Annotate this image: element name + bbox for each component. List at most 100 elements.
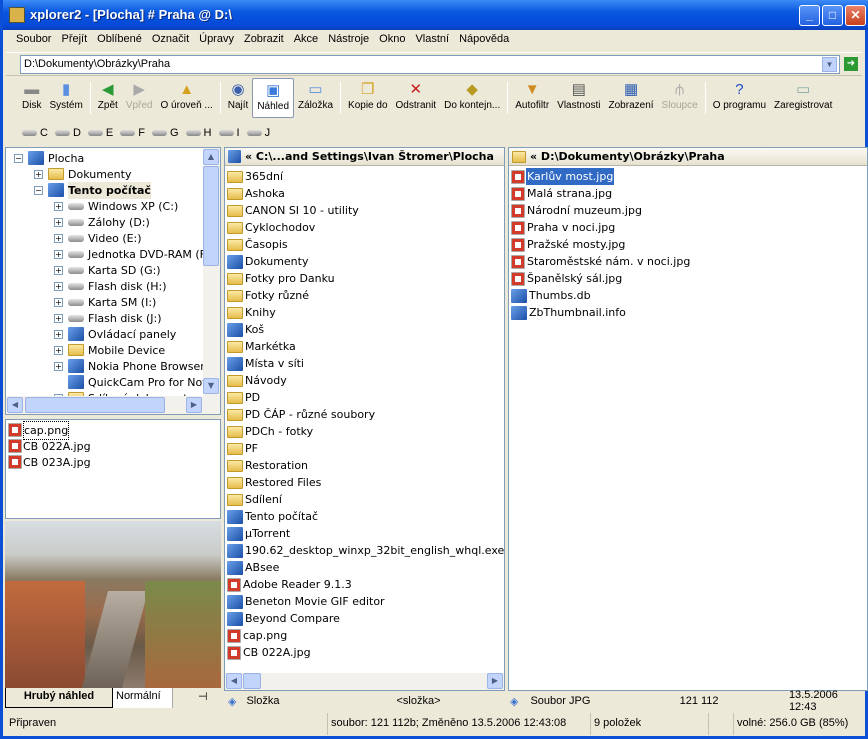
file-item[interactable]: PF [225, 440, 504, 457]
expand-icon[interactable]: + [54, 233, 63, 243]
file-item[interactable]: Staroměstské nám. v noci.jpg [509, 253, 867, 270]
close-button[interactable]: ✕ [845, 5, 866, 26]
menu-item[interactable]: Nástroje [323, 30, 374, 50]
file-item[interactable]: Cyklochodov [225, 219, 504, 236]
scroll-thumb[interactable] [243, 673, 261, 689]
tree-item[interactable]: + Nokia Phone Browser [6, 358, 220, 374]
tree-item[interactable]: + Mobile Device [6, 342, 220, 358]
expand-icon[interactable]: + [54, 265, 63, 275]
file-item[interactable]: Praha v noci.jpg [509, 219, 867, 236]
toolbar-button-computer[interactable]: ▮ Systém [45, 78, 86, 118]
tree-item[interactable]: + Jednotka DVD-RAM (F:) [6, 246, 220, 262]
toolbar-button-forward[interactable]: ▶ Vpřed [122, 78, 157, 118]
file-item[interactable]: CB 022A.jpg [225, 644, 504, 661]
scroll-down-button[interactable]: ▼ [203, 378, 219, 394]
tab-rough-preview[interactable]: Hrubý náhled [5, 688, 113, 708]
scroll-right-button[interactable]: ▶ [487, 673, 503, 689]
drive-button[interactable]: D [54, 127, 81, 139]
list-item[interactable]: CB 022A.jpg [6, 438, 220, 454]
file-item[interactable]: ZbThumbnail.info [509, 304, 867, 321]
toolbar-button-delete[interactable]: ✕ Odstranit [392, 78, 441, 118]
scroll-left-button[interactable]: ◀ [226, 673, 242, 689]
tab-normal[interactable]: Normální [113, 688, 173, 708]
tree-item[interactable]: + Dokumenty [6, 166, 220, 182]
scroll-up-button[interactable]: ▲ [203, 149, 219, 165]
file-item[interactable]: Tento počítač [225, 508, 504, 525]
toolbar-button-register[interactable]: ▭ Zaregistrovat [770, 78, 836, 118]
file-item[interactable]: Markétka [225, 338, 504, 355]
drive-button[interactable]: I [218, 127, 240, 139]
toolbar-button-find[interactable]: ◉ Najít [224, 78, 253, 118]
toolbar-button-disk[interactable]: ▬ Disk [18, 78, 45, 118]
scroll-thumb[interactable] [25, 397, 165, 413]
go-arrow-icon[interactable]: ➜ [844, 57, 858, 71]
file-item[interactable]: Španělský sál.jpg [509, 270, 867, 287]
tree-item[interactable]: + Flash disk (J:) [6, 310, 220, 326]
file-item[interactable]: Časopis [225, 236, 504, 253]
maximize-button[interactable]: □ [822, 5, 843, 26]
drive-button[interactable]: G [151, 127, 179, 139]
list-item[interactable]: CB 023A.jpg [6, 454, 220, 470]
toolbar-button-filter[interactable]: ▼ Autofiltr [511, 78, 553, 118]
expand-icon[interactable]: + [54, 329, 63, 339]
tree-hscrollbar[interactable]: ◀ ▶ [6, 396, 220, 414]
expand-icon[interactable]: + [54, 313, 63, 323]
file-item[interactable]: ABsee [225, 559, 504, 576]
tree-item[interactable]: + Video (E:) [6, 230, 220, 246]
file-item[interactable]: Beyond Compare [225, 610, 504, 627]
file-item[interactable]: µTorrent [225, 525, 504, 542]
pane-hscrollbar[interactable]: ◀ ▶ [225, 673, 504, 690]
pane-header[interactable]: « D:\Dokumenty\Obrázky\Praha [509, 148, 867, 166]
file-item[interactable]: Fotky pro Danku [225, 270, 504, 287]
tree-item[interactable]: + Karta SD (G:) [6, 262, 220, 278]
tree-item[interactable]: + Zálohy (D:) [6, 214, 220, 230]
menu-item[interactable]: Oblíbené [92, 30, 147, 50]
menu-item[interactable]: Označit [147, 30, 194, 50]
tree-item[interactable]: + Karta SM (I:) [6, 294, 220, 310]
file-item[interactable]: Malá strana.jpg [509, 185, 867, 202]
expand-icon[interactable]: + [54, 201, 63, 211]
file-item[interactable]: cap.png [225, 627, 504, 644]
file-item[interactable]: Místa v síti [225, 355, 504, 372]
tree-vscrollbar[interactable]: ▲ ▼ [203, 148, 220, 396]
file-item[interactable]: 365dní [225, 168, 504, 185]
drive-button[interactable]: J [246, 127, 270, 139]
drive-button[interactable]: F [120, 127, 145, 139]
file-item[interactable]: Pražské mosty.jpg [509, 236, 867, 253]
file-item[interactable]: Karlův most.jpg [509, 168, 867, 185]
address-input[interactable]: D:\Dokumenty\Obrázky\Praha ▼ [20, 55, 840, 74]
expand-icon[interactable]: + [54, 297, 63, 307]
file-item[interactable]: Thumbs.db [509, 287, 867, 304]
file-item[interactable]: PD [225, 389, 504, 406]
minimize-button[interactable]: _ [799, 5, 820, 26]
menu-item[interactable]: Soubor [11, 30, 56, 50]
toolbar-button-copy-to[interactable]: ❐ Kopie do [344, 78, 391, 118]
menu-item[interactable]: Akce [289, 30, 323, 50]
menu-item[interactable]: Okno [374, 30, 410, 50]
toolbar-button-tab[interactable]: ▭ Záložka [294, 78, 337, 118]
title-bar[interactable]: xplorer2 - [Plocha] # Praha @ D:\ _ □ ✕ [3, 0, 868, 30]
menu-item[interactable]: Vlastní [410, 30, 454, 50]
file-item[interactable]: Knihy [225, 304, 504, 321]
expand-icon[interactable]: + [54, 217, 63, 227]
file-item[interactable]: Koš [225, 321, 504, 338]
toolbar-button-help[interactable]: ? O programu [709, 78, 770, 118]
tree-item[interactable]: − Tento počítač [6, 181, 220, 199]
expand-icon[interactable]: + [34, 169, 43, 179]
tree-item[interactable]: − Plocha [6, 150, 220, 166]
chevron-down-icon[interactable]: ▼ [822, 57, 837, 72]
file-item[interactable]: Adobe Reader 9.1.3 [225, 576, 504, 593]
drive-button[interactable]: E [87, 127, 113, 139]
file-item[interactable]: Fotky různé [225, 287, 504, 304]
tree-item[interactable]: +QuickCam Pro for Notebooks [6, 374, 220, 390]
toolbar-button-preview[interactable]: ▣ Náhled [252, 78, 295, 118]
file-item[interactable]: CANON SI 10 - utility [225, 202, 504, 219]
pane-header[interactable]: « C:\...and Settings\Ivan Štromer\Plocha [225, 148, 504, 166]
list-item[interactable]: cap.png [6, 420, 220, 440]
file-item[interactable]: Návody [225, 372, 504, 389]
drive-button[interactable]: H [185, 127, 212, 139]
scroll-left-button[interactable]: ◀ [7, 397, 23, 413]
expand-icon[interactable]: + [54, 281, 63, 291]
file-item[interactable]: Národní muzeum.jpg [509, 202, 867, 219]
tree-item[interactable]: + Windows XP (C:) [6, 198, 220, 214]
